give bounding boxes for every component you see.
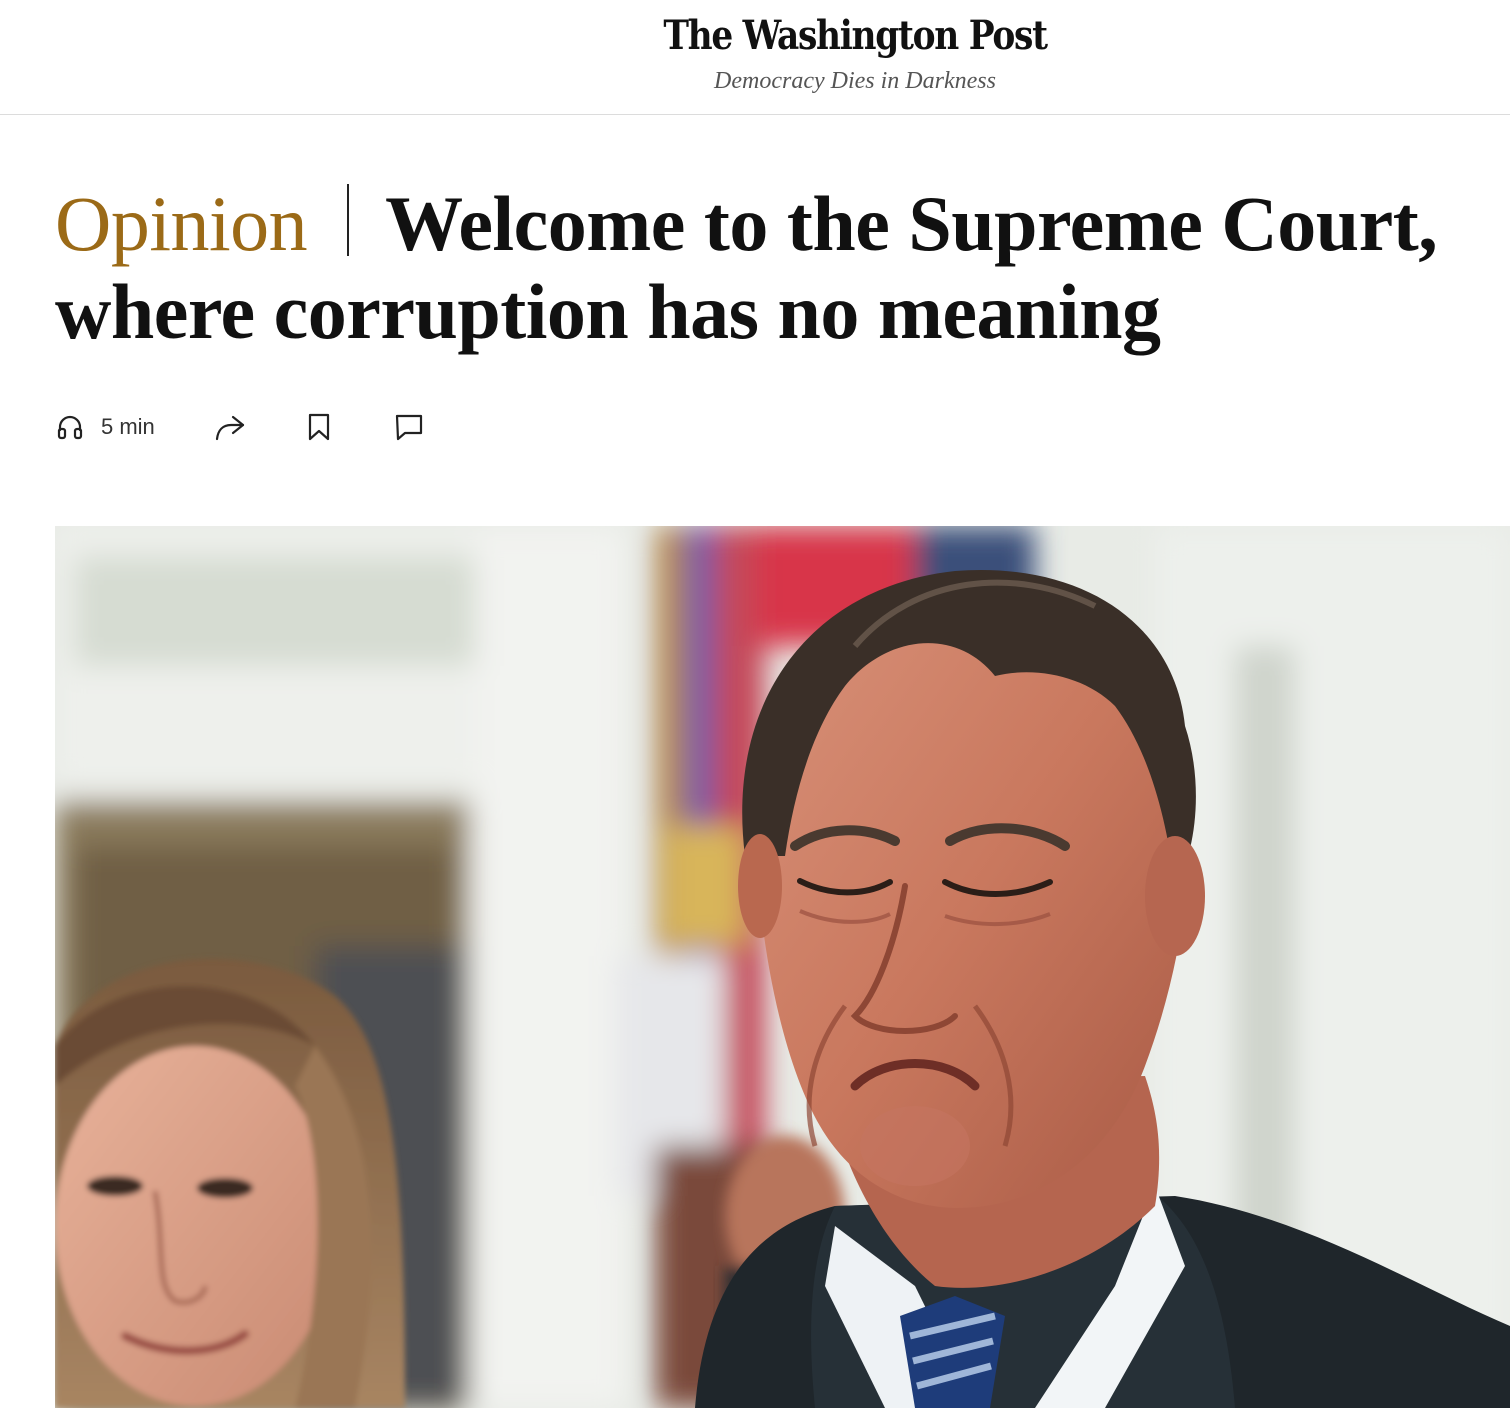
headline-divider [347,184,350,256]
comments-button[interactable] [393,405,425,449]
comment-icon [393,412,425,442]
listen-duration: 5 min [101,414,155,439]
article-headline: Opinion Welcome to the Supreme Court, whe… [55,180,1495,356]
lead-photo-illustration [55,526,1510,1408]
headphones-icon [55,412,85,442]
masthead: The Washington Post Democracy Dies in Da… [0,0,1510,115]
site-logo[interactable]: The Washington Post [120,12,1510,59]
article-actions: 5 min [55,405,475,449]
site-tagline: Democracy Dies in Darkness [714,68,996,94]
opinion-label[interactable]: Opinion [55,180,308,267]
save-button[interactable] [305,405,333,449]
listen-button[interactable]: 5 min [55,405,155,449]
share-icon [213,412,247,442]
share-button[interactable] [213,405,247,449]
bookmark-icon [305,412,333,442]
lead-photo [55,526,1510,1408]
